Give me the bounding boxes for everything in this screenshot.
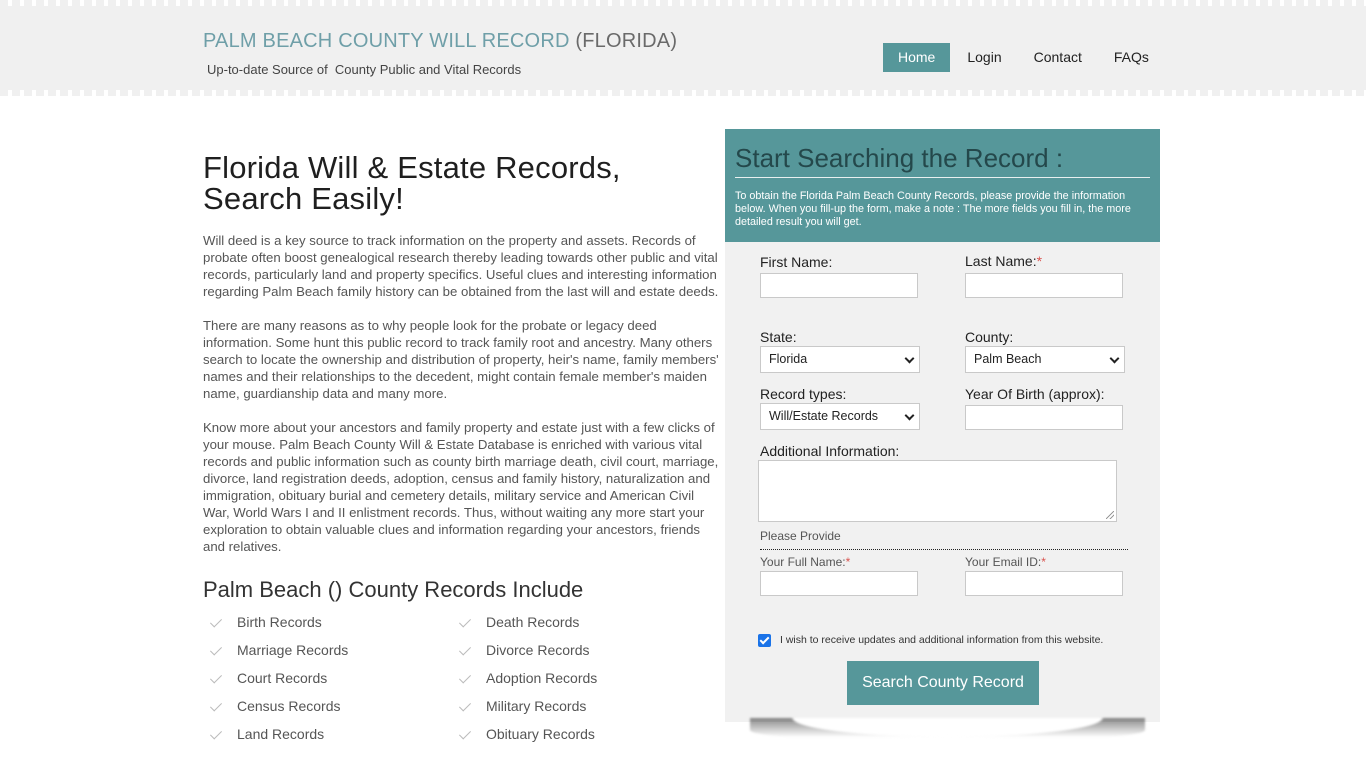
county-select[interactable]: Palm Beach bbox=[965, 346, 1125, 373]
main-nav: Home Login Contact FAQs bbox=[883, 43, 1166, 72]
last-name-label: Last Name:* bbox=[965, 253, 1042, 269]
full-name-label-text: Your Full Name: bbox=[760, 555, 846, 569]
list-item: Military Records bbox=[452, 697, 701, 715]
chevron-down-icon bbox=[904, 410, 915, 421]
record-label: Land Records bbox=[237, 726, 325, 742]
required-mark: * bbox=[1041, 555, 1046, 569]
record-types-select[interactable]: Will/Estate Records bbox=[760, 403, 920, 430]
search-form: Start Searching the Record : To obtain t… bbox=[725, 129, 1160, 722]
records-title: Palm Beach () County Records Include bbox=[203, 577, 584, 602]
list-item: Land Records bbox=[203, 725, 452, 743]
section-divider bbox=[760, 549, 1128, 550]
required-mark: * bbox=[845, 555, 851, 569]
first-name-input[interactable] bbox=[760, 273, 918, 298]
site-header: PALM BEACH COUNTY WILL RECORD (FLORIDA) … bbox=[0, 0, 1366, 96]
check-icon bbox=[459, 727, 473, 741]
nav-contact[interactable]: Contact bbox=[1019, 43, 1097, 72]
intro-paragraph-1: Will deed is a key source to track infor… bbox=[203, 233, 719, 299]
record-label: Court Records bbox=[237, 670, 328, 686]
intro-paragraph-3: Know more about your ancestors and famil… bbox=[203, 420, 719, 554]
record-label: Divorce Records bbox=[486, 642, 590, 658]
check-icon bbox=[210, 727, 224, 741]
chevron-down-icon bbox=[904, 353, 915, 364]
last-name-label-text: Last Name: bbox=[965, 253, 1037, 269]
state-label: State: bbox=[760, 329, 797, 345]
check-icon bbox=[210, 615, 224, 629]
check-icon bbox=[459, 699, 473, 713]
record-label: Census Records bbox=[237, 698, 341, 714]
form-description: To obtain the Florida Palm Beach County … bbox=[735, 190, 1131, 228]
records-list: Birth Records Death Records Marriage Rec… bbox=[203, 613, 721, 743]
form-title: Start Searching the Record : bbox=[735, 142, 1150, 178]
nav-home[interactable]: Home bbox=[883, 43, 951, 72]
check-icon bbox=[459, 615, 473, 629]
full-name-label: Your Full Name:* bbox=[760, 555, 850, 569]
email-label-text: Your Email ID: bbox=[965, 555, 1042, 569]
year-of-birth-input[interactable] bbox=[965, 405, 1123, 430]
nav-faqs[interactable]: FAQs bbox=[1099, 43, 1164, 72]
main-content: Florida Will & Estate Records, Search Ea… bbox=[203, 152, 721, 743]
check-icon bbox=[210, 643, 224, 657]
list-item: Divorce Records bbox=[452, 641, 701, 659]
record-label: Birth Records bbox=[237, 614, 322, 630]
check-icon bbox=[210, 699, 224, 713]
record-types-label: Record types: bbox=[760, 386, 847, 402]
page-title: Florida Will & Estate Records, Search Ea… bbox=[203, 150, 621, 216]
record-types-select-value: Will/Estate Records bbox=[769, 409, 879, 423]
year-of-birth-label: Year Of Birth (approx): bbox=[965, 386, 1105, 402]
record-label: Marriage Records bbox=[237, 642, 349, 658]
list-item: Census Records bbox=[203, 697, 452, 715]
check-icon bbox=[210, 671, 224, 685]
additional-info-textarea[interactable] bbox=[758, 460, 1117, 522]
additional-info-label: Additional Information: bbox=[760, 443, 900, 459]
record-label: Obituary Records bbox=[486, 726, 595, 742]
form-header: Start Searching the Record : To obtain t… bbox=[725, 129, 1160, 242]
record-label: Military Records bbox=[486, 698, 587, 714]
email-input[interactable] bbox=[965, 571, 1123, 596]
site-tagline: Up-to-date Source of County Public and V… bbox=[207, 62, 522, 77]
list-item: Court Records bbox=[203, 669, 452, 687]
chevron-down-icon bbox=[1109, 353, 1120, 364]
county-label: County: bbox=[965, 329, 1014, 345]
please-provide-label: Please Provide bbox=[760, 529, 841, 543]
check-icon bbox=[459, 671, 473, 685]
check-icon bbox=[459, 643, 473, 657]
list-item: Marriage Records bbox=[203, 641, 452, 659]
updates-checkbox[interactable] bbox=[758, 634, 771, 647]
full-name-input[interactable] bbox=[760, 571, 918, 596]
resize-grip-icon[interactable] bbox=[1106, 511, 1114, 519]
email-label: Your Email ID:* bbox=[965, 555, 1046, 569]
first-name-label: First Name: bbox=[760, 254, 833, 270]
state-select-value: Florida bbox=[769, 352, 808, 366]
list-item: Obituary Records bbox=[452, 725, 701, 743]
state-select[interactable]: Florida bbox=[760, 346, 920, 373]
site-title-state: (FLORIDA) bbox=[575, 30, 678, 52]
record-label: Death Records bbox=[486, 614, 580, 630]
record-label: Adoption Records bbox=[486, 670, 598, 686]
county-select-value: Palm Beach bbox=[974, 352, 1042, 366]
list-item: Birth Records bbox=[203, 613, 452, 631]
form-shadow bbox=[750, 718, 1145, 742]
site-title[interactable]: PALM BEACH COUNTY WILL RECORD (FLORIDA) bbox=[203, 30, 677, 53]
last-name-input[interactable] bbox=[965, 273, 1123, 298]
list-item: Adoption Records bbox=[452, 669, 701, 687]
required-mark: * bbox=[1036, 253, 1043, 269]
list-item: Death Records bbox=[452, 613, 701, 631]
intro-paragraph-2: There are many reasons as to why people … bbox=[203, 318, 719, 401]
search-county-record-button[interactable]: Search County Record bbox=[847, 661, 1039, 705]
nav-login[interactable]: Login bbox=[952, 43, 1016, 72]
updates-checkbox-label: I wish to receive updates and additional… bbox=[780, 634, 1104, 646]
site-title-main: PALM BEACH COUNTY WILL RECORD bbox=[203, 30, 570, 52]
